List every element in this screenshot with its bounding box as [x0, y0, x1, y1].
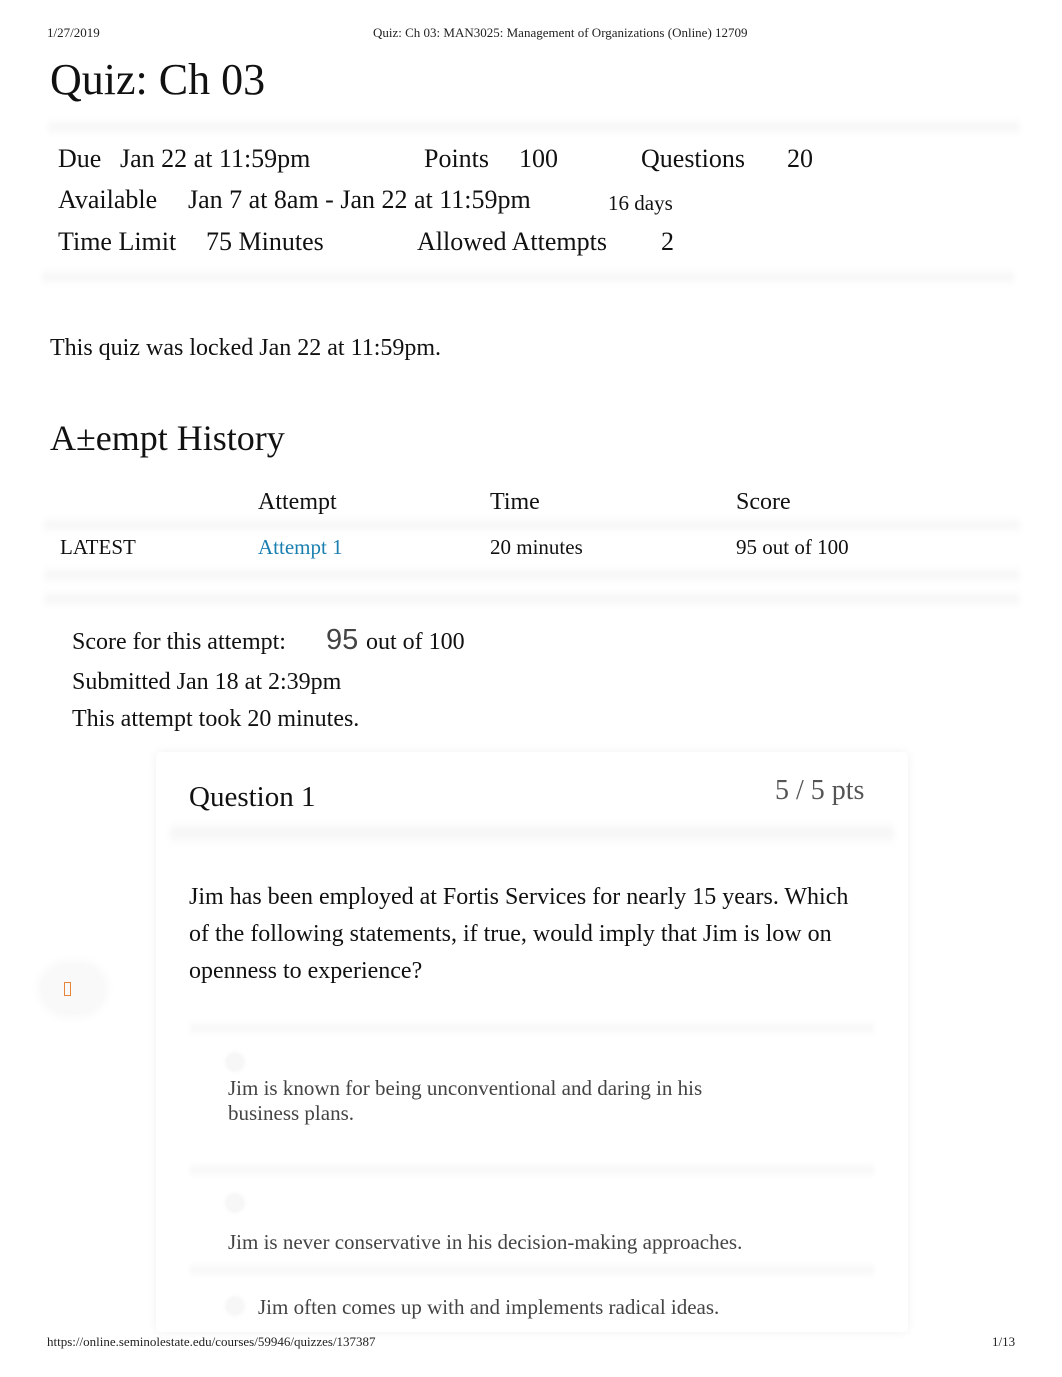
question-title: Question 1: [189, 781, 316, 813]
answer-radio[interactable]: [226, 1297, 244, 1315]
submitted-time: Submitted Jan 18 at 2:39pm: [72, 669, 342, 695]
score-value: 95: [326, 624, 359, 656]
divider: [48, 118, 1020, 136]
column-header-attempt: Attempt: [258, 489, 337, 515]
table-row-divider: [44, 566, 1020, 584]
locked-message: This quiz was locked Jan 22 at 11:59pm.: [50, 335, 442, 361]
side-flag-button[interactable]: [42, 965, 104, 1013]
column-header-time: Time: [490, 489, 540, 515]
quiz-title: Quiz: Ch 03: [50, 55, 266, 104]
print-page-title: Quiz: Ch 03: MAN3025: Management of Orga…: [373, 25, 748, 40]
allowed-attempts-label: Allowed Attempts: [417, 227, 607, 256]
attempt-duration: This attempt took 20 minutes.: [72, 706, 360, 732]
score-label: Score for this attempt:: [72, 629, 286, 655]
print-date: 1/27/2019: [47, 25, 100, 40]
attempt-score: 95 out of 100: [736, 535, 849, 559]
attempt-history-title: A±empt History: [50, 418, 285, 458]
answer-radio[interactable]: [226, 1053, 244, 1071]
latest-tag: LATEST: [60, 535, 136, 559]
column-header-score: Score: [736, 489, 791, 515]
available-duration: 16 days: [608, 191, 673, 215]
questions-value: 20: [787, 144, 813, 173]
attempt-1-link[interactable]: Attempt 1: [258, 535, 343, 560]
points-value: 100: [519, 144, 558, 173]
print-page-number: 1/13: [992, 1334, 1016, 1349]
divider: [42, 268, 1014, 286]
questions-label: Questions: [641, 144, 745, 173]
score-out-of: out of 100: [366, 629, 465, 655]
flag-icon: [64, 982, 71, 996]
answer-radio[interactable]: [226, 1194, 244, 1212]
table-bottom-divider: [44, 590, 1020, 608]
answer-text: Jim often comes up with and implements r…: [258, 1295, 720, 1319]
answer-text: Jim is never conservative in his decisio…: [228, 1230, 743, 1254]
allowed-attempts-value: 2: [661, 227, 674, 256]
answer-divider: [190, 1162, 874, 1178]
attempt-time: 20 minutes: [490, 535, 583, 559]
time-limit-value: 75 Minutes: [206, 227, 324, 256]
due-label: Due: [58, 144, 102, 173]
answer-text: Jim is known for being unconventional an…: [228, 1076, 703, 1125]
due-value: Jan 22 at 11:59pm: [120, 144, 311, 173]
points-label: Points: [424, 144, 490, 173]
available-label: Available: [58, 185, 158, 214]
question-text: Jim has been employed at Fortis Services…: [189, 884, 849, 984]
question-points: 5 / 5 pts: [775, 775, 865, 806]
time-limit-label: Time Limit: [58, 227, 177, 256]
question-header-divider: [170, 820, 894, 846]
available-value: Jan 7 at 8am - Jan 22 at 11:59pm: [188, 185, 531, 214]
print-url: https://online.seminolestate.edu/courses…: [47, 1334, 376, 1349]
answer-divider: [190, 1020, 874, 1036]
table-header-divider: [44, 516, 1020, 534]
answer-divider: [190, 1262, 874, 1278]
